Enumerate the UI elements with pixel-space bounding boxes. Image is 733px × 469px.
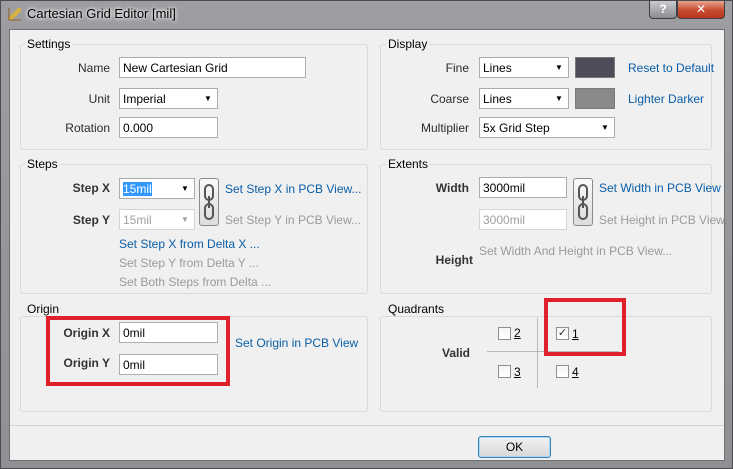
quadrant-2-checkbox[interactable] (498, 327, 511, 340)
chevron-down-icon: ▼ (555, 63, 563, 72)
grid-editor-icon (8, 7, 22, 21)
set-step-y-link[interactable]: Set Step Y in PCB View... (225, 213, 361, 227)
width-label: Width (435, 181, 469, 195)
name-field[interactable]: New Cartesian Grid (119, 57, 306, 78)
unit-label: Unit (88, 92, 110, 106)
fine-select[interactable]: Lines ▼ (479, 57, 569, 78)
chevron-down-icon: ▼ (181, 184, 189, 193)
unit-select-value: Imperial (123, 92, 166, 106)
ok-button[interactable]: OK (478, 436, 551, 458)
fine-color-swatch[interactable] (575, 57, 615, 78)
quadrant-2-label: 2 (514, 326, 521, 340)
multiplier-select[interactable]: 5x Grid Step ▼ (479, 117, 615, 138)
chevron-down-icon: ▼ (204, 94, 212, 103)
set-origin-link[interactable]: Set Origin in PCB View (235, 336, 358, 350)
dialog-window: Cartesian Grid Editor [mil] ? ✕ Settings… (0, 0, 733, 469)
coarse-select-value: Lines (483, 92, 512, 106)
chevron-down-icon: ▼ (601, 123, 609, 132)
quadrants-group-title: Quadrants (386, 302, 447, 316)
rotation-label: Rotation (65, 121, 110, 135)
lighter-darker-link[interactable]: Lighter Darker (628, 92, 704, 106)
fine-select-value: Lines (483, 61, 512, 75)
multiplier-select-value: 5x Grid Step (483, 121, 550, 135)
extents-group-title: Extents (386, 157, 431, 171)
quadrant-4-label: 4 (572, 365, 579, 379)
coarse-label: Coarse (430, 92, 469, 106)
step-x-label: Step X (72, 181, 110, 195)
title-bar[interactable]: Cartesian Grid Editor [mil] ? ✕ (1, 1, 733, 27)
close-button[interactable]: ✕ (677, 1, 725, 19)
window-title: Cartesian Grid Editor [mil] (27, 6, 176, 21)
valid-label: Valid (441, 346, 470, 360)
height-label: Height (435, 253, 473, 267)
origin-highlight-box (46, 316, 230, 386)
fine-label: Fine (445, 61, 469, 75)
rotation-field[interactable]: 0.000 (119, 117, 218, 138)
width-field[interactable]: 3000mil (479, 177, 567, 198)
link-extents-toggle[interactable] (573, 178, 593, 226)
step-x-value: 15mil (123, 182, 152, 196)
set-width-link[interactable]: Set Width in PCB View (599, 181, 721, 195)
set-both-steps-link[interactable]: Set Both Steps from Delta ... (119, 275, 271, 289)
chain-link-icon (204, 184, 214, 220)
chevron-down-icon: ▼ (181, 215, 189, 224)
quadrant-vertical-divider (537, 318, 538, 388)
display-group-title: Display (386, 37, 430, 51)
link-steps-toggle[interactable] (199, 178, 219, 226)
step-y-label: Step Y (72, 213, 110, 227)
quadrant-3-label: 3 (514, 365, 521, 379)
dialog-client: Settings Name New Cartesian Grid Unit Im… (9, 29, 725, 461)
multiplier-label: Multiplier (420, 121, 469, 135)
chain-link-icon (578, 184, 588, 220)
height-field[interactable]: 3000mil (479, 209, 567, 230)
dialog-footer: OK (10, 425, 724, 460)
set-height-link[interactable]: Set Height in PCB View (599, 213, 725, 227)
chevron-down-icon: ▼ (555, 94, 563, 103)
name-label: Name (77, 61, 110, 75)
step-x-select[interactable]: 15mil ▼ (119, 178, 195, 199)
reset-to-default-link[interactable]: Reset to Default (628, 61, 714, 75)
set-step-y-delta-link[interactable]: Set Step Y from Delta Y ... (119, 256, 259, 270)
set-width-height-link[interactable]: Set Width And Height in PCB View... (479, 244, 672, 258)
quadrant-3-checkbox[interactable] (498, 365, 511, 378)
help-button[interactable]: ? (649, 1, 677, 19)
coarse-select[interactable]: Lines ▼ (479, 88, 569, 109)
origin-group-title: Origin (25, 302, 62, 316)
settings-group-title: Settings (25, 37, 73, 51)
set-step-x-delta-link[interactable]: Set Step X from Delta X ... (119, 237, 260, 251)
set-step-x-link[interactable]: Set Step X in PCB View... (225, 182, 362, 196)
coarse-color-swatch[interactable] (575, 88, 615, 109)
quadrant-1-highlight-box (544, 298, 626, 356)
quadrant-4-checkbox[interactable] (556, 365, 569, 378)
steps-group-title: Steps (25, 157, 60, 171)
step-y-value: 15mil (123, 213, 152, 227)
step-y-select[interactable]: 15mil ▼ (119, 209, 195, 230)
unit-select[interactable]: Imperial ▼ (119, 88, 218, 109)
